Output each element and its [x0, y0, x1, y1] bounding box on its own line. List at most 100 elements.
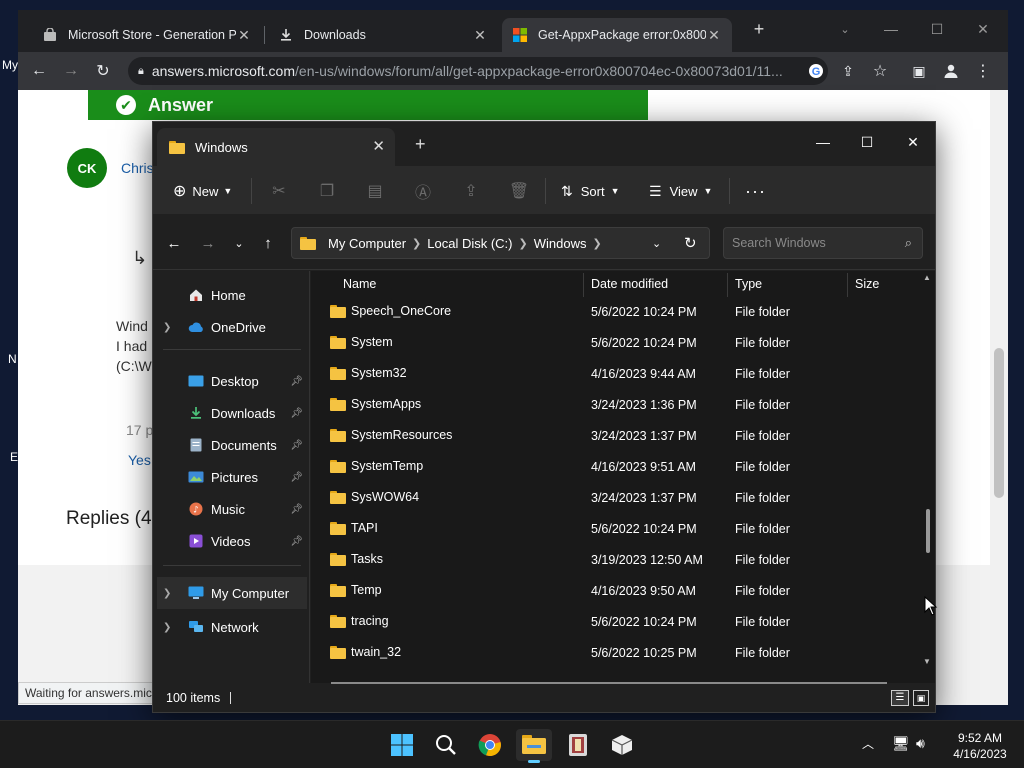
- table-row[interactable]: System32 4/16/2023 9:44 AM File folder: [311, 359, 921, 389]
- chevron-right-icon[interactable]: ❯: [592, 237, 601, 250]
- sidebar-item-onedrive[interactable]: ❯ OneDrive: [157, 313, 307, 341]
- share-icon[interactable]: ⇪: [835, 58, 861, 84]
- close-window-button[interactable]: ✕: [893, 128, 933, 156]
- desktop-icon-label[interactable]: E: [10, 450, 18, 464]
- tab-search-chevron-icon[interactable]: ⌄: [830, 16, 860, 42]
- explorer-tab-windows[interactable]: Windows ✕: [157, 128, 395, 166]
- view-button[interactable]: ☰ View ▼: [649, 178, 712, 204]
- cut-icon[interactable]: ✂: [267, 178, 291, 204]
- table-row[interactable]: Speech_OneCore 5/6/2022 10:24 PM File fold…: [311, 297, 921, 327]
- tab-microsoft-store[interactable]: Microsoft Store - Generation Proj ✕: [32, 18, 262, 52]
- share-icon[interactable]: ⇪: [459, 178, 483, 204]
- pin-icon[interactable]: 📌︎: [290, 408, 303, 419]
- column-header-date[interactable]: Date modified: [591, 271, 668, 297]
- minimize-button[interactable]: —: [803, 128, 843, 156]
- sort-button[interactable]: ⇅ Sort ▼: [561, 178, 620, 204]
- menu-kebab-icon[interactable]: ⋮: [970, 58, 996, 84]
- new-tab-button[interactable]: +: [744, 16, 774, 42]
- sidebar-item-network[interactable]: ❯ Network: [157, 613, 307, 641]
- bookmark-star-icon[interactable]: ☆: [867, 58, 893, 84]
- pin-icon[interactable]: 📌︎: [290, 472, 303, 483]
- close-icon[interactable]: ✕: [706, 27, 722, 44]
- volume-icon[interactable]: 🔊︎: [916, 735, 925, 752]
- table-row[interactable]: twain_32 5/6/2022 10:25 PM File folder: [311, 638, 921, 668]
- helpful-yes-link[interactable]: Yes: [128, 452, 151, 468]
- tiles-view-icon[interactable]: ▣: [913, 690, 929, 706]
- address-dropdown-chevron-icon[interactable]: ⌄: [652, 237, 661, 250]
- close-icon[interactable]: ✕: [236, 27, 252, 44]
- show-hidden-icons-chevron-icon[interactable]: ︿: [862, 735, 874, 752]
- column-header-type[interactable]: Type: [735, 271, 762, 297]
- breadcrumb[interactable]: My Computer ❯ Local Disk (C:) ❯ Windows …: [291, 227, 710, 259]
- sidebar-item-my-computer[interactable]: ❯ My Computer: [157, 577, 307, 609]
- pin-icon[interactable]: 📌︎: [290, 440, 303, 451]
- chevron-right-icon[interactable]: ❯: [163, 622, 177, 633]
- scroll-down-arrow-icon[interactable]: ▼: [923, 657, 931, 666]
- pin-icon[interactable]: 📌︎: [290, 504, 303, 515]
- scrollbar-thumb[interactable]: [994, 348, 1004, 498]
- profile-icon[interactable]: [938, 58, 964, 84]
- column-divider[interactable]: [847, 273, 848, 297]
- search-icon[interactable]: ⌕: [905, 235, 912, 251]
- tab-downloads[interactable]: Downloads ✕: [268, 18, 498, 52]
- chevron-right-icon[interactable]: ❯: [412, 237, 421, 250]
- author-name[interactable]: Chris: [121, 160, 154, 176]
- archive-app-taskbar-button[interactable]: [560, 729, 596, 761]
- column-header-size[interactable]: Size: [855, 271, 879, 297]
- search-taskbar-button[interactable]: [428, 729, 464, 761]
- new-button[interactable]: ⊕ New ▼: [173, 178, 232, 204]
- address-bar[interactable]: 🔒︎ answers.microsoft.com /en-us/windows/…: [128, 57, 828, 85]
- avatar[interactable]: CK: [67, 148, 107, 188]
- copy-icon[interactable]: ❐: [315, 178, 339, 204]
- table-row[interactable]: Temp 4/16/2023 9:50 AM File folder: [311, 576, 921, 606]
- maximize-button[interactable]: ☐: [847, 128, 887, 156]
- close-window-button[interactable]: ✕: [968, 16, 998, 42]
- tab-get-appxpackage[interactable]: Get-AppxPackage error:0x80070 ✕: [502, 18, 732, 52]
- forward-button[interactable]: →: [58, 58, 84, 84]
- more-options-icon[interactable]: ···: [745, 178, 766, 204]
- sidebar-item-downloads[interactable]: Downloads 📌︎: [157, 399, 307, 427]
- pin-icon[interactable]: 📌︎: [290, 536, 303, 547]
- table-row[interactable]: SystemResources 3/24/2023 1:37 PM File fol…: [311, 421, 921, 451]
- maximize-button[interactable]: ☐: [922, 16, 952, 42]
- table-row[interactable]: tracing 5/6/2022 10:24 PM File folder: [311, 607, 921, 637]
- close-icon[interactable]: ✕: [472, 27, 488, 44]
- paste-icon[interactable]: ▤: [363, 178, 387, 204]
- table-row[interactable]: SystemTemp 4/16/2023 9:51 AM File folder: [311, 452, 921, 482]
- close-icon[interactable]: ✕: [372, 137, 385, 155]
- table-row[interactable]: SystemApps 3/24/2023 1:36 PM File folder: [311, 390, 921, 420]
- table-row[interactable]: Tasks 3/19/2023 12:50 AM File folder: [311, 545, 921, 575]
- column-divider[interactable]: [583, 273, 584, 297]
- scroll-up-arrow-icon[interactable]: ▲: [923, 273, 931, 282]
- forward-button[interactable]: →: [197, 232, 219, 254]
- sidebar-item-home[interactable]: Home: [157, 281, 307, 309]
- page-scrollbar[interactable]: [990, 90, 1008, 705]
- sidebar-item-desktop[interactable]: Desktop 📌︎: [157, 367, 307, 395]
- recent-locations-chevron-icon[interactable]: ⌄: [228, 232, 250, 254]
- search-input[interactable]: [732, 236, 892, 250]
- breadcrumb-item[interactable]: Windows: [534, 236, 587, 251]
- chrome-taskbar-button[interactable]: [472, 729, 508, 761]
- desktop-icon-label[interactable]: My: [2, 58, 18, 72]
- chevron-right-icon[interactable]: ❯: [163, 588, 177, 599]
- minimize-button[interactable]: —: [876, 16, 906, 42]
- table-row[interactable]: System 5/6/2022 10:24 PM File folder: [311, 328, 921, 358]
- table-row[interactable]: SysWOW64 3/24/2023 1:37 PM File folder: [311, 483, 921, 513]
- sidebar-item-videos[interactable]: Videos 📌︎: [157, 527, 307, 555]
- refresh-icon[interactable]: ↻: [684, 234, 697, 252]
- google-lens-icon[interactable]: G: [803, 58, 829, 84]
- details-view-icon[interactable]: ☰: [891, 690, 909, 706]
- column-divider[interactable]: [727, 273, 728, 297]
- chevron-right-icon[interactable]: ❯: [519, 237, 528, 250]
- back-button[interactable]: ←: [163, 232, 185, 254]
- scrollbar-thumb[interactable]: [926, 509, 930, 553]
- file-explorer-taskbar-button[interactable]: [516, 729, 552, 763]
- up-button[interactable]: ↑: [257, 232, 279, 254]
- new-tab-button[interactable]: +: [415, 134, 426, 155]
- back-button[interactable]: ←: [26, 58, 52, 84]
- package-app-taskbar-button[interactable]: [604, 729, 640, 761]
- side-panel-icon[interactable]: ▣: [906, 58, 932, 84]
- reload-button[interactable]: ↻: [90, 58, 116, 84]
- sidebar-item-pictures[interactable]: Pictures 📌︎: [157, 463, 307, 491]
- sidebar-item-music[interactable]: ♪ Music 📌︎: [157, 495, 307, 523]
